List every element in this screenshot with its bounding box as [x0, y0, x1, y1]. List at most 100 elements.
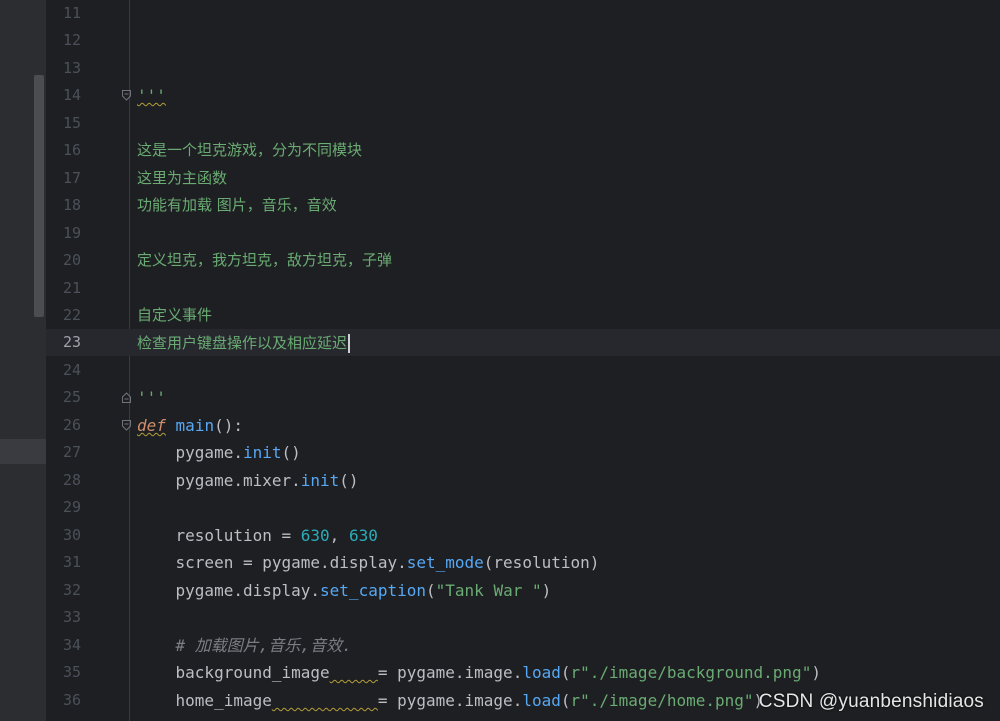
code-token: = pygame.image. — [377, 691, 523, 710]
string-literal: "Tank War " — [435, 581, 542, 600]
method-call: init — [242, 443, 282, 462]
code-text: home_image = pygame.image.load(r"./image… — [137, 687, 764, 714]
line-number: 33 — [62, 608, 81, 626]
method-call: set_caption — [320, 581, 426, 600]
code-comment: # 加载图片,音乐,音效. — [137, 636, 352, 655]
code-token: screen = pygame.display. — [137, 553, 407, 572]
method-call: load — [522, 691, 561, 710]
code-line-26[interactable]: 26 def main(): — [46, 412, 1000, 439]
code-line-24[interactable]: 24 — [46, 357, 1000, 384]
code-token: home_image — [137, 691, 272, 710]
line-number: 13 — [62, 59, 81, 77]
line-number: 32 — [62, 581, 81, 599]
line-number: 30 — [62, 526, 81, 544]
code-text: background_image = pygame.image.load(r".… — [137, 659, 821, 686]
code-token: () — [281, 443, 301, 462]
code-line-19[interactable]: 19 — [46, 220, 1000, 247]
code-line-20[interactable]: 20 定义坦克，我方坦克，敌方坦克，子弹 — [46, 247, 1000, 274]
panel-selection-highlight — [0, 439, 46, 464]
code-token: ( — [560, 691, 571, 710]
code-token: pygame.display. — [137, 581, 321, 600]
docstring-text: 这是一个坦克游戏，分为不同模块 — [137, 141, 363, 159]
line-number: 34 — [62, 636, 81, 654]
method-call: set_mode — [406, 553, 484, 572]
docstring-close: ''' — [137, 388, 166, 407]
line-number: 21 — [62, 279, 81, 297]
line-number: 17 — [62, 169, 81, 187]
code-line-30[interactable]: 30 resolution = 630, 630 — [46, 522, 1000, 549]
docstring-text: 这里为主函数 — [137, 169, 228, 187]
number-literal: 630 — [348, 526, 378, 545]
code-line-35[interactable]: 35 background_image = pygame.image.load(… — [46, 659, 1000, 686]
text-caret — [348, 334, 351, 353]
code-line-14[interactable]: 14 ''' — [46, 82, 1000, 109]
fold-icon[interactable] — [122, 420, 131, 431]
line-number: 11 — [62, 4, 81, 22]
function-name: main — [175, 416, 215, 435]
code-line-34[interactable]: 34 # 加载图片,音乐,音效. — [46, 632, 1000, 659]
code-token: (resolution) — [483, 553, 600, 572]
code-line-12[interactable]: 12 — [46, 27, 1000, 54]
code-text: pygame.mixer.init() — [137, 467, 359, 494]
code-line-21[interactable]: 21 — [46, 275, 1000, 302]
code-line-28[interactable]: 28 pygame.mixer.init() — [46, 467, 1000, 494]
code-line-25[interactable]: 25 ''' — [46, 384, 1000, 411]
code-token: pygame.mixer. — [137, 471, 301, 490]
code-line-27[interactable]: 27 pygame.init() — [46, 439, 1000, 466]
line-number: 22 — [62, 306, 81, 324]
panel-scrollbar[interactable] — [34, 75, 44, 317]
line-number: 18 — [62, 196, 81, 214]
line-number: 26 — [62, 416, 81, 434]
fold-icon[interactable] — [122, 90, 131, 101]
code-line-29[interactable]: 29 — [46, 494, 1000, 521]
line-number: 35 — [62, 663, 81, 681]
code-line-23-current[interactable]: 23 检查用户键盘操作以及相应延迟 — [46, 329, 1000, 356]
code-line-22[interactable]: 22 自定义事件 — [46, 302, 1000, 329]
code-token: resolution = — [137, 526, 301, 545]
code-token: background_image — [137, 663, 330, 682]
code-token: () — [339, 471, 359, 490]
number-literal: 630 — [300, 526, 330, 545]
line-number: 25 — [62, 388, 81, 406]
code-text: resolution = 630, 630 — [137, 522, 378, 549]
fold-icon[interactable] — [122, 392, 131, 403]
line-number: 28 — [62, 471, 81, 489]
string-literal: r"./image/home.png" — [570, 691, 754, 710]
line-number: 15 — [62, 114, 81, 132]
method-call: load — [522, 663, 561, 682]
code-line-33[interactable]: 33 — [46, 604, 1000, 631]
line-number: 12 — [62, 31, 81, 49]
code-line-13[interactable]: 13 — [46, 55, 1000, 82]
code-token: ) — [811, 663, 821, 682]
line-number: 23 — [62, 333, 81, 351]
string-literal: r"./image/background.png" — [570, 663, 812, 682]
code-text: pygame.init() — [137, 439, 301, 466]
code-text: def main(): — [137, 412, 243, 439]
code-token: pygame. — [137, 443, 243, 462]
line-number: 31 — [62, 553, 81, 571]
code-line-18[interactable]: 18 功能有加载 图片，音乐，音效 — [46, 192, 1000, 219]
line-number: 27 — [62, 443, 81, 461]
method-call: init — [300, 471, 340, 490]
code-line-15[interactable]: 15 — [46, 110, 1000, 137]
docstring-open: ''' — [137, 86, 166, 105]
line-number: 24 — [62, 361, 81, 379]
line-number: 19 — [62, 224, 81, 242]
line-number: 14 — [62, 86, 81, 104]
code-editor[interactable]: 11 12 13 14 ''' 15 16 这是一个坦克游戏，分为不同模块 17… — [46, 0, 1000, 721]
docstring-text: 定义坦克，我方坦克，敌方坦克，子弹 — [137, 251, 393, 269]
alignment-spaces — [330, 663, 378, 682]
code-text: pygame.display.set_caption("Tank War ") — [137, 577, 552, 604]
code-line-32[interactable]: 32 pygame.display.set_caption("Tank War … — [46, 577, 1000, 604]
line-number: 16 — [62, 141, 81, 159]
code-line-11[interactable]: 11 — [46, 0, 1000, 27]
code-line-16[interactable]: 16 这是一个坦克游戏，分为不同模块 — [46, 137, 1000, 164]
line-number: 20 — [62, 251, 81, 269]
code-line-17[interactable]: 17 这里为主函数 — [46, 165, 1000, 192]
code-line-31[interactable]: 31 screen = pygame.display.set_mode(reso… — [46, 549, 1000, 576]
code-text: screen = pygame.display.set_mode(resolut… — [137, 549, 600, 576]
alignment-spaces — [272, 691, 378, 710]
docstring-text: 检查用户键盘操作以及相应延迟 — [137, 334, 348, 352]
docstring-text: 功能有加载 图片，音乐，音效 — [137, 196, 337, 214]
code-token: = pygame.image. — [377, 663, 523, 682]
